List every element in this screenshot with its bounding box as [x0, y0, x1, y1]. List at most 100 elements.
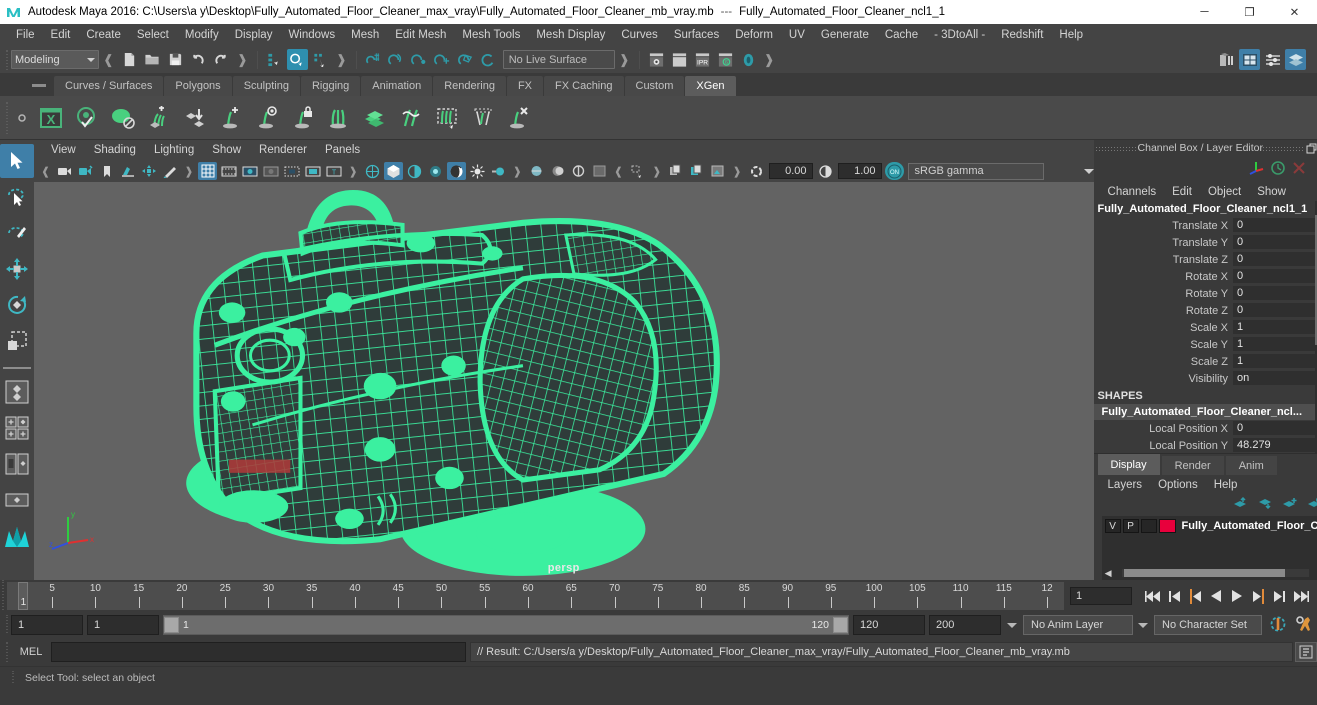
- channel-row[interactable]: Rotate Z 0: [1094, 302, 1317, 319]
- xgen-density-icon[interactable]: [359, 102, 391, 134]
- smooth-shade-all-icon[interactable]: [383, 162, 403, 180]
- play-forwards-icon[interactable]: [1227, 586, 1247, 606]
- xray-active-components-icon[interactable]: [590, 162, 609, 180]
- viewport-copy-icon[interactable]: [666, 162, 685, 180]
- gamma-field[interactable]: 1.00: [837, 163, 882, 179]
- shelf-menu-icon[interactable]: [32, 84, 46, 87]
- render-settings-icon[interactable]: IPR: [692, 49, 713, 70]
- scale-tool[interactable]: [0, 324, 34, 358]
- play-backwards-icon[interactable]: [1206, 586, 1226, 606]
- xgen-sculpt-guide-icon[interactable]: [251, 102, 283, 134]
- time-slider[interactable]: 1 5 10 15 20 25 30 35 40 45 50 55 60 65 70 75 80 85 90 95 1…: [7, 582, 1064, 610]
- persp-graph-layout[interactable]: [0, 483, 34, 517]
- lasso-select-tool[interactable]: [0, 180, 34, 214]
- channel-row[interactable]: Scale X 1: [1094, 319, 1317, 336]
- channel-box-menu-edit[interactable]: Edit: [1164, 184, 1200, 200]
- tab-anim[interactable]: Anim: [1225, 456, 1277, 475]
- isolate-select-icon[interactable]: [527, 162, 546, 180]
- select-by-component-icon[interactable]: [310, 49, 331, 70]
- tab-render[interactable]: Render: [1161, 456, 1224, 475]
- grease-pencil-icon[interactable]: [160, 162, 179, 180]
- channel-value[interactable]: 0: [1233, 286, 1317, 301]
- channel-value[interactable]: 0: [1233, 303, 1317, 318]
- motion-blur-icon[interactable]: [489, 162, 508, 180]
- snap-to-view-plane-icon[interactable]: [455, 49, 476, 70]
- layer-visibility-toggle[interactable]: V: [1104, 519, 1121, 533]
- channel-row[interactable]: Translate Z 0: [1094, 251, 1317, 268]
- xgen-add-guide-icon[interactable]: [215, 102, 247, 134]
- shelf-tab-fx-caching[interactable]: FX Caching: [544, 76, 624, 96]
- wireframe-icon[interactable]: [363, 162, 382, 180]
- viewport-collapse-7[interactable]: ❱: [732, 165, 741, 178]
- menu-deform[interactable]: Deform: [727, 26, 781, 44]
- xgen-noise-icon[interactable]: [395, 102, 427, 134]
- layer-name[interactable]: Fully_Automated_Floor_C: [1182, 520, 1317, 532]
- snap-to-curve-icon[interactable]: [386, 49, 407, 70]
- exposure-field[interactable]: 0.00: [768, 163, 813, 179]
- tool-settings-icon[interactable]: [1262, 49, 1283, 70]
- go-to-start-icon[interactable]: [1143, 586, 1163, 606]
- shelf-tab-sculpting[interactable]: Sculpting: [232, 76, 300, 96]
- snap-to-grid-icon[interactable]: [363, 49, 384, 70]
- four-pane-layout[interactable]: [0, 411, 34, 445]
- step-forward-frame-icon[interactable]: [1269, 586, 1289, 606]
- xray-icon[interactable]: [548, 162, 567, 180]
- channel-box-key-icon[interactable]: [1291, 160, 1307, 179]
- menu-mesh[interactable]: Mesh: [343, 26, 387, 44]
- viewport-collapse-5[interactable]: ❰: [614, 165, 623, 178]
- shadows-icon[interactable]: [446, 162, 466, 180]
- viewport-menu-view[interactable]: View: [42, 142, 85, 158]
- shape-node-name[interactable]: Fully_Automated_Floor_Cleaner_ncl...: [1093, 404, 1317, 420]
- script-editor-icon[interactable]: [1295, 642, 1317, 662]
- layer-menu-options[interactable]: Options: [1150, 477, 1206, 493]
- live-surface-field[interactable]: No Live Surface: [502, 50, 615, 69]
- menu-3dtoall[interactable]: - 3DtoAll -: [926, 26, 993, 44]
- channel-row[interactable]: Local Position X 0: [1094, 420, 1317, 437]
- shelf-grip[interactable]: [4, 100, 11, 135]
- toggle-sidebar-icon[interactable]: [1216, 49, 1237, 70]
- select-by-hierarchy-icon[interactable]: [264, 49, 285, 70]
- chevron-down-icon[interactable]: [1083, 168, 1094, 179]
- step-back-frame-icon[interactable]: [1164, 586, 1184, 606]
- select-tool[interactable]: [0, 144, 34, 178]
- time-slider-grip[interactable]: [0, 580, 7, 612]
- paint-select-tool[interactable]: [0, 216, 34, 250]
- menu-file[interactable]: File: [8, 26, 43, 44]
- statusline-grip[interactable]: [4, 48, 11, 71]
- statusline-collapse-1[interactable]: ❰: [103, 52, 114, 68]
- channel-box-menu-show[interactable]: Show: [1249, 184, 1294, 200]
- scrollbar-track[interactable]: [1121, 569, 1310, 577]
- save-scene-icon[interactable]: [165, 49, 186, 70]
- shelf-tab-polygons[interactable]: Polygons: [164, 76, 232, 96]
- undock-panel-icon[interactable]: [1305, 142, 1317, 155]
- statusline-collapse-5[interactable]: ❱: [764, 52, 775, 68]
- menu-create[interactable]: Create: [78, 26, 129, 44]
- menu-mesh-display[interactable]: Mesh Display: [528, 26, 613, 44]
- tab-display[interactable]: Display: [1097, 454, 1160, 475]
- single-pane-layout[interactable]: [0, 375, 34, 409]
- channel-value[interactable]: 0: [1233, 235, 1317, 250]
- ipr-render-icon[interactable]: [669, 49, 690, 70]
- viewport-snapshot-icon[interactable]: [708, 162, 727, 180]
- gamma-icon[interactable]: [816, 162, 835, 180]
- xgen-editor-icon[interactable]: X: [35, 102, 67, 134]
- shelf-options-icon[interactable]: [11, 112, 33, 124]
- statusline-collapse-4[interactable]: ❱: [619, 52, 630, 68]
- menu-edit[interactable]: Edit: [43, 26, 79, 44]
- maximize-button[interactable]: ❐: [1227, 0, 1272, 24]
- animation-start-field[interactable]: 1: [11, 615, 83, 635]
- viewport-menu-shading[interactable]: Shading: [85, 142, 145, 158]
- command-input[interactable]: [51, 642, 466, 662]
- layer-list-scrollbar[interactable]: ◀ ▶: [1104, 568, 1317, 578]
- command-language-label[interactable]: MEL: [11, 646, 51, 658]
- channel-row[interactable]: Scale Z 1: [1094, 353, 1317, 370]
- xgen-comb-icon[interactable]: [323, 102, 355, 134]
- layer-playback-toggle[interactable]: P: [1122, 519, 1139, 533]
- channel-value[interactable]: 0: [1233, 218, 1317, 233]
- channel-box-menu-object[interactable]: Object: [1200, 184, 1249, 200]
- xgen-add-clump-icon[interactable]: [143, 102, 175, 134]
- step-forward-key-icon[interactable]: [1248, 586, 1268, 606]
- snap-to-point-icon[interactable]: [409, 49, 430, 70]
- close-button[interactable]: ✕: [1272, 0, 1317, 24]
- xgen-mask-icon[interactable]: [467, 102, 499, 134]
